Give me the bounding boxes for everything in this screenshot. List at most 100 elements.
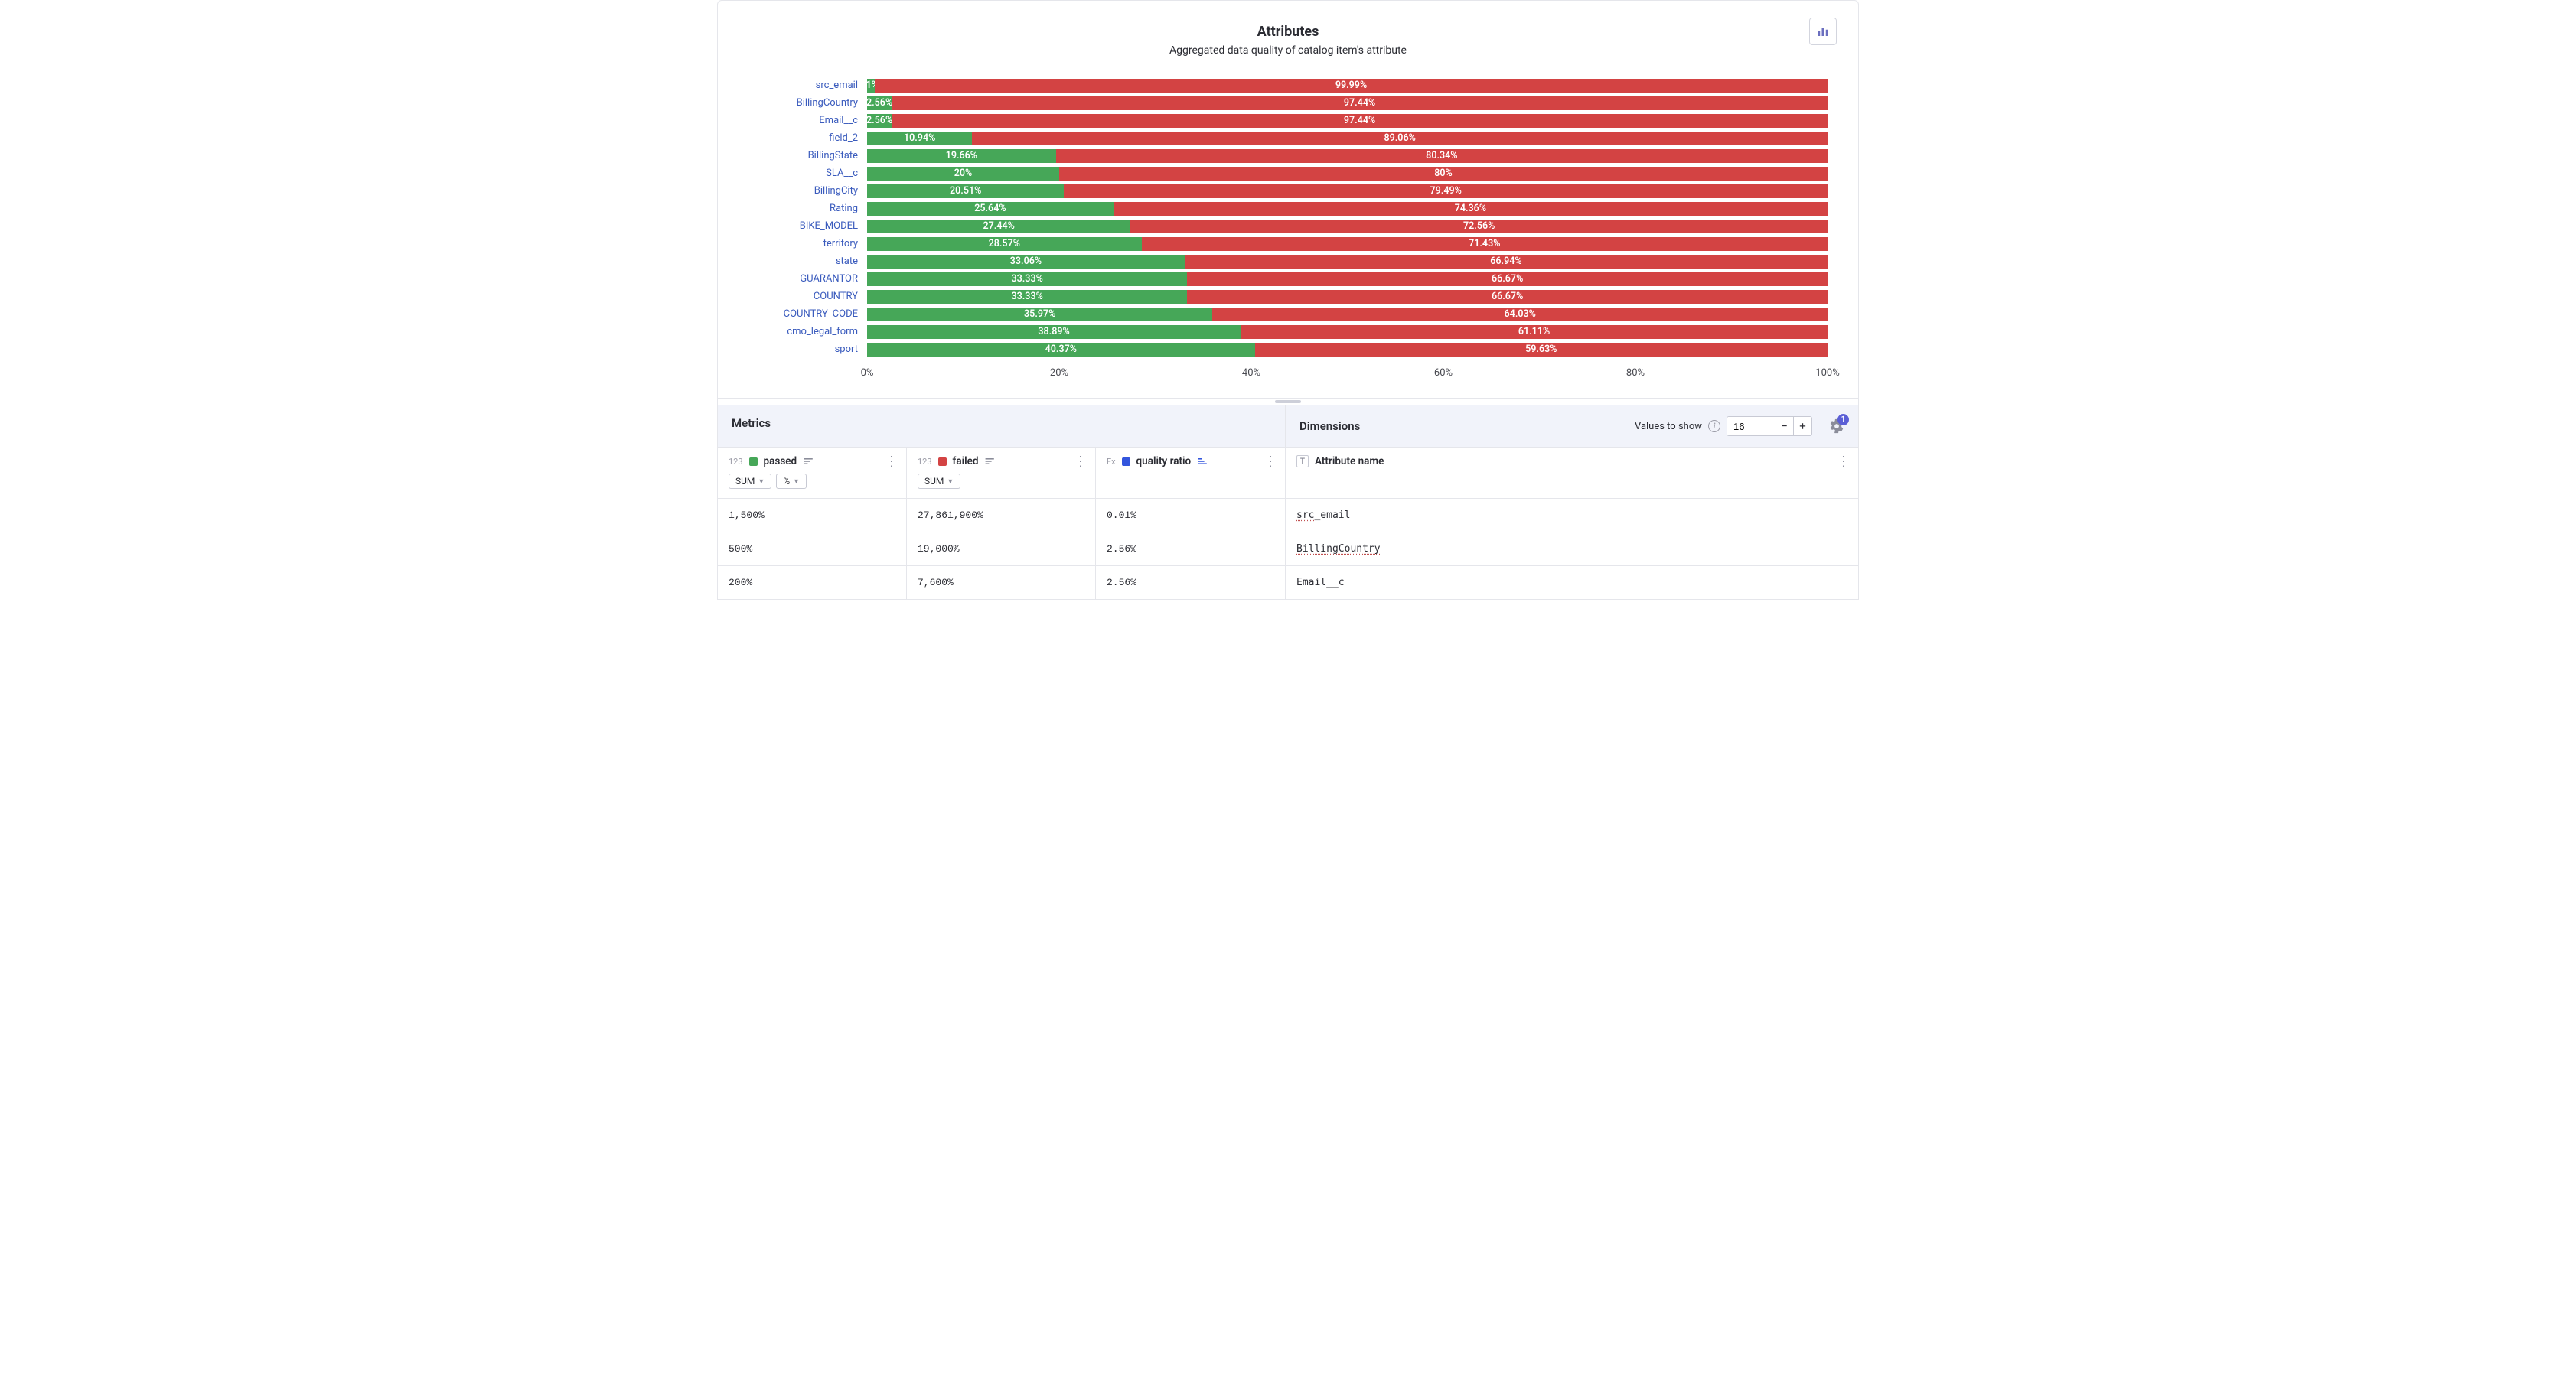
stepper-increment[interactable]: + (1793, 417, 1811, 435)
chart-subtitle: Aggregated data quality of catalog item'… (748, 44, 1828, 57)
chart-row-label[interactable]: BillingCity (748, 185, 867, 197)
aggregation-select[interactable]: SUM▼ (918, 474, 960, 489)
dimensions-panel-title: Dimensions (1299, 419, 1635, 433)
chart-row-label[interactable]: COUNTRY_CODE (748, 308, 867, 320)
bar-segment-passed: 40.37% (867, 343, 1255, 357)
bar-value-label: 80% (1434, 168, 1453, 179)
cell-passed: 200% (718, 566, 907, 599)
bar-chart-icon (1816, 24, 1830, 38)
cell-failed: 27,861,900% (907, 499, 1096, 532)
chart-row-label[interactable]: BillingCountry (748, 97, 867, 109)
chart-row-label[interactable]: BIKE_MODEL (748, 220, 867, 232)
chart-view-toggle[interactable] (1809, 18, 1837, 45)
bar-value-label: 19.66% (946, 150, 977, 161)
chart-row: territory28.57%71.43% (748, 235, 1828, 252)
format-select[interactable]: %▼ (776, 474, 807, 489)
bar-segment-passed: 10.94% (867, 132, 972, 145)
chart-row: GUARANTOR33.33%66.67% (748, 270, 1828, 288)
bar-segment-failed: 71.43% (1142, 237, 1828, 251)
bar-value-label: 33.33% (1011, 273, 1042, 285)
bar-segment-failed: 97.44% (892, 96, 1828, 110)
chart-bar: 28.57%71.43% (867, 237, 1828, 251)
bar-value-label: 79.49% (1430, 185, 1462, 197)
bar-segment-passed: 33.33% (867, 290, 1187, 304)
chart-x-axis: 0%20%40%60%80%100% (867, 364, 1828, 383)
values-to-show-input[interactable] (1727, 417, 1775, 435)
chart-row: BIKE_MODEL27.44%72.56% (748, 217, 1828, 235)
chart-row: Email__c2.56% 97.44% (748, 112, 1828, 129)
chart-title: Attributes (748, 24, 1828, 40)
bar-value-label: 61.11% (1518, 326, 1550, 337)
chart-bar: 35.97% 64.03% (867, 308, 1828, 321)
column-header-passed[interactable]: 123 passed ⋮ SUM▼ %▼ (718, 448, 907, 498)
bar-value-label: .1% (867, 80, 875, 91)
column-header-attribute-name[interactable]: T Attribute name ⋮ (1286, 448, 1858, 498)
column-header-failed[interactable]: 123 failed ⋮ SUM▼ (907, 448, 1096, 498)
chart-row: cmo_legal_form38.89% 61.11% (748, 323, 1828, 340)
chart-row: COUNTRY 33.33% 66.67% (748, 288, 1828, 305)
info-icon[interactable]: i (1708, 420, 1720, 432)
bar-segment-failed: 80.34% (1056, 149, 1828, 163)
chart-bar: 33.33% 66.67% (867, 290, 1828, 304)
x-axis-tick: 60% (1434, 367, 1453, 379)
chart-row: field_210.94%89.06% (748, 129, 1828, 147)
bar-segment-passed: 33.06% (867, 255, 1185, 269)
bar-segment-failed: 72.56% (1130, 220, 1828, 233)
legend-swatch-blue (1122, 457, 1130, 466)
column-menu[interactable]: ⋮ (1837, 457, 1850, 467)
legend-swatch-green (749, 457, 758, 466)
chart-panel: Attributes Aggregated data quality of ca… (717, 0, 1859, 399)
table-row: 200%7,600%2.56%Email__c (718, 566, 1858, 600)
chart-row-label[interactable]: state (748, 256, 867, 267)
bar-segment-passed: 20% (867, 167, 1059, 181)
chart-row-label[interactable]: Email__c (748, 115, 867, 126)
bar-value-label: 33.33% (1011, 291, 1042, 302)
chart-row-label[interactable]: sport (748, 343, 867, 355)
chart-row-label[interactable]: territory (748, 238, 867, 249)
bar-segment-passed: 38.89% (867, 325, 1241, 339)
bar-segment-passed: 27.44% (867, 220, 1130, 233)
column-header-quality-ratio[interactable]: Fx quality ratio ⋮ (1096, 448, 1286, 498)
chart-bar: 19.66% 80.34% (867, 149, 1828, 163)
bar-segment-passed: 25.64% (867, 202, 1114, 216)
x-axis-tick: 80% (1626, 367, 1645, 379)
chart-row-label[interactable]: SLA__c (748, 168, 867, 179)
column-menu[interactable]: ⋮ (885, 457, 898, 467)
aggregation-select[interactable]: SUM▼ (729, 474, 771, 489)
chart-row-label[interactable]: COUNTRY (748, 291, 867, 302)
sort-asc-icon (1197, 457, 1209, 466)
column-menu[interactable]: ⋮ (1264, 457, 1277, 467)
chart-row-label[interactable]: BillingState (748, 150, 867, 161)
cell-attribute-name[interactable]: src_email (1286, 499, 1858, 532)
bar-segment-passed: 35.97% (867, 308, 1212, 321)
cell-attribute-name[interactable]: BillingCountry (1286, 532, 1858, 565)
panel-splitter[interactable] (717, 399, 1859, 405)
bar-segment-passed: 28.57% (867, 237, 1142, 251)
x-axis-tick: 0% (861, 367, 874, 379)
column-name: quality ratio (1136, 455, 1192, 467)
cell-quality-ratio: 0.01% (1096, 499, 1286, 532)
values-to-show-stepper[interactable]: − + (1727, 416, 1812, 436)
bar-value-label: 2.56% (867, 115, 892, 126)
chart-row: Rating25.64%74.36% (748, 200, 1828, 217)
bar-value-label: 66.67% (1492, 291, 1523, 302)
bar-segment-failed: 99.99% (875, 79, 1828, 93)
cell-passed: 1,500% (718, 499, 907, 532)
bar-value-label: 59.63% (1525, 343, 1557, 355)
chart-row: BillingState 19.66% 80.34% (748, 147, 1828, 164)
chart-row-label[interactable]: field_2 (748, 132, 867, 144)
chart-row-label[interactable]: cmo_legal_form (748, 326, 867, 337)
bar-value-label: 97.44% (1344, 115, 1375, 126)
bar-value-label: 64.03% (1505, 308, 1536, 320)
bar-value-label: 97.44% (1344, 97, 1375, 109)
cell-failed: 7,600% (907, 566, 1096, 599)
stepper-decrement[interactable]: − (1775, 417, 1793, 435)
column-menu[interactable]: ⋮ (1074, 457, 1087, 467)
table-row: 1,500%27,861,900%0.01%src_email (718, 499, 1858, 532)
bar-segment-passed: 2.56% (867, 114, 892, 128)
chart-row-label[interactable]: GUARANTOR (748, 273, 867, 285)
bar-segment-passed: 33.33% (867, 272, 1187, 286)
chart-row-label[interactable]: src_email (748, 80, 867, 91)
chart-row-label[interactable]: Rating (748, 203, 867, 214)
chart-bar: 2.56%97.44% (867, 96, 1828, 110)
